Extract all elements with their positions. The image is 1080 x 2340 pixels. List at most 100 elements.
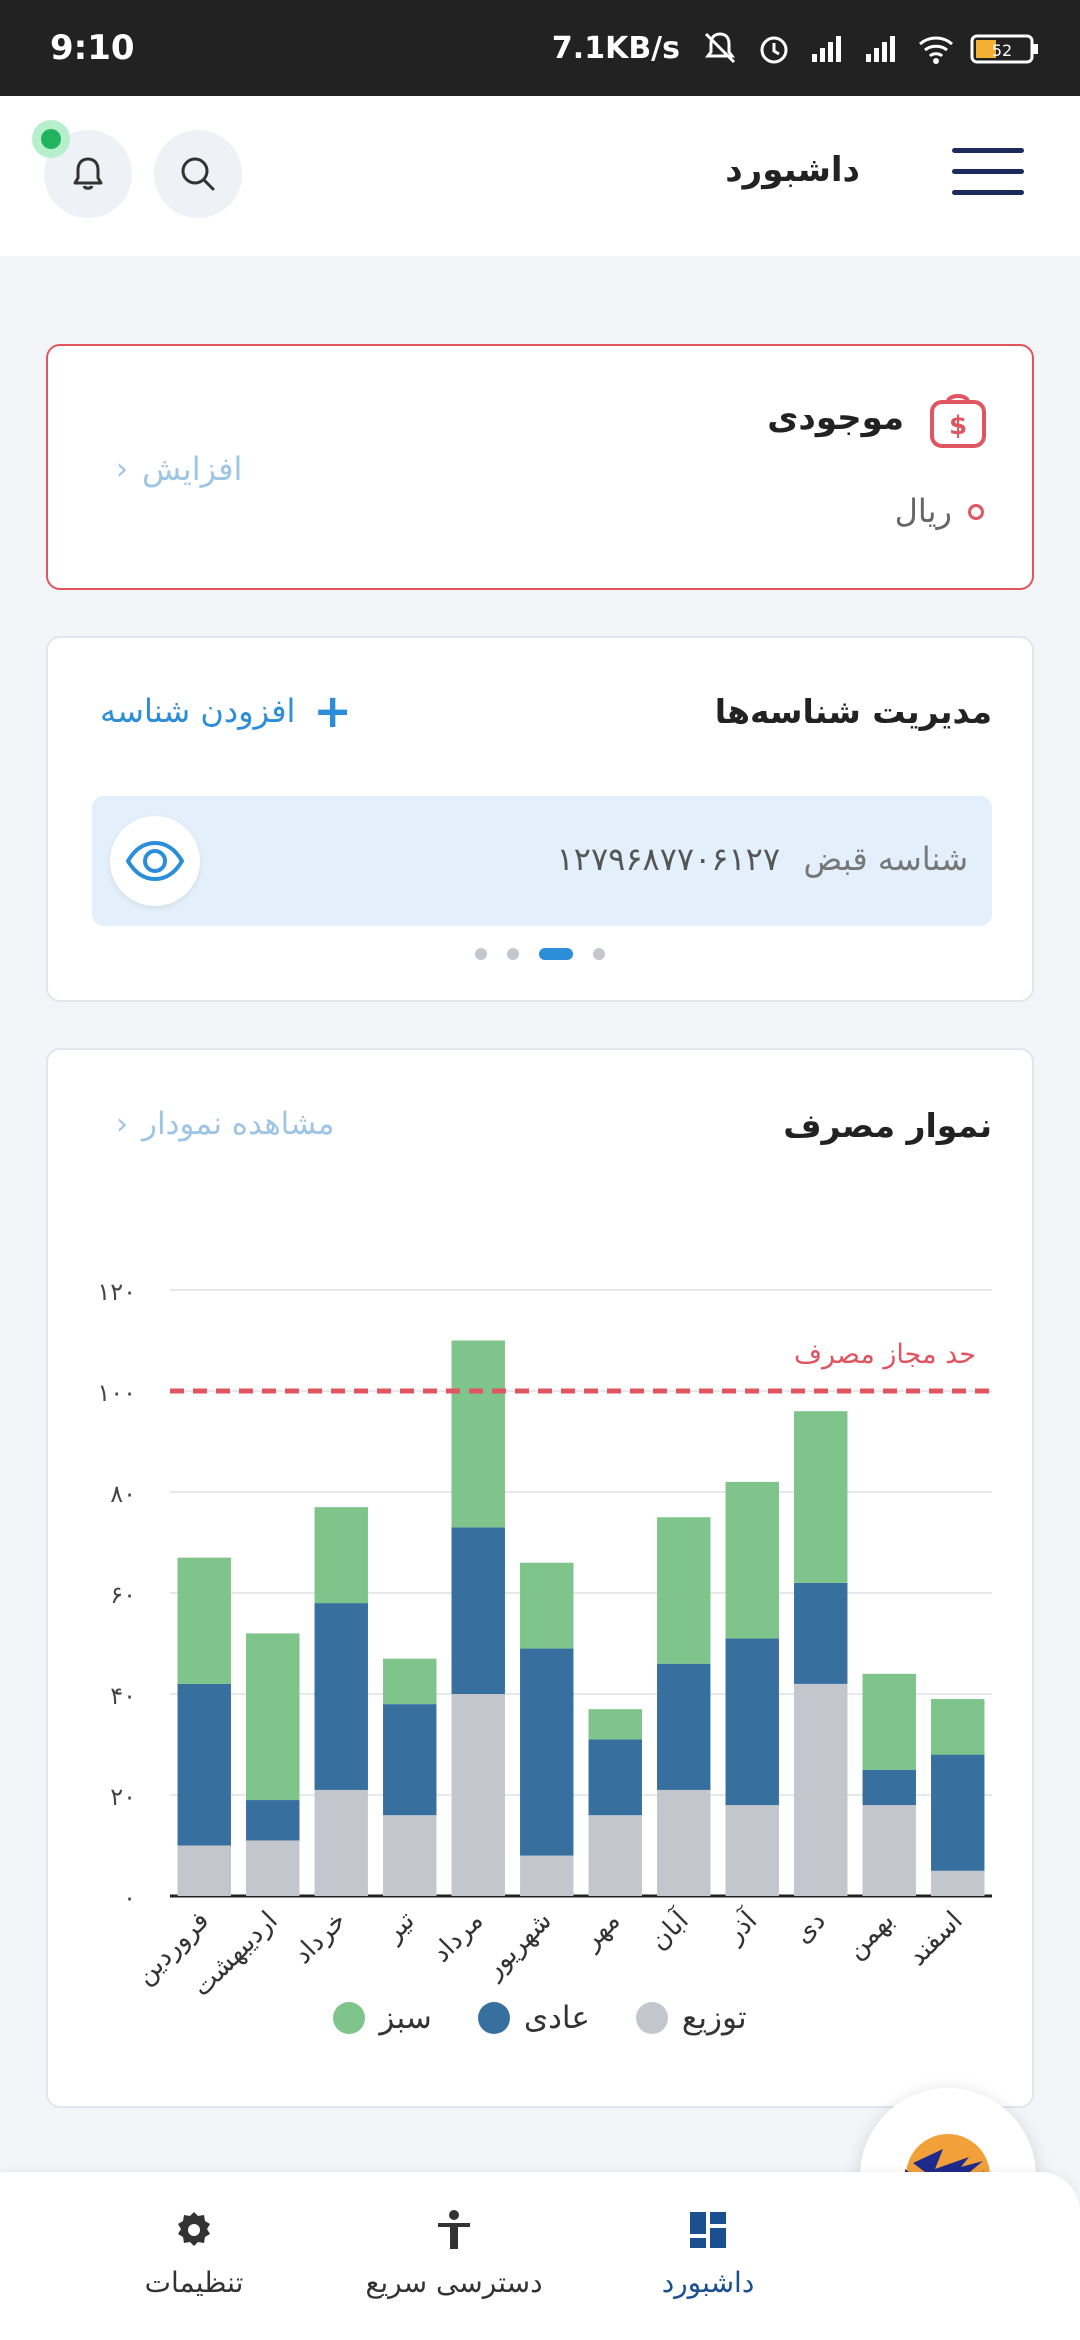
increase-balance-link[interactable]: افزایش ‹ [116,450,242,488]
chevron-left-icon: ‹ [116,1106,128,1142]
app-bar: داشبورد [0,96,1080,256]
bar-segment [931,1699,985,1755]
x-tick-label: شهریور [478,1906,558,1986]
legend-item: عادی [477,2000,590,2036]
accessibility-icon [438,2210,470,2249]
bar-segment [725,1481,779,1639]
bar-segment [177,1845,231,1896]
bar-segment [177,1683,231,1846]
ids-title: مدیریت شناسه‌ها [714,692,992,731]
view-id-button[interactable] [110,816,200,906]
legend-swatch [635,2002,668,2034]
x-tick-label: خرداد [288,1906,352,1970]
y-tick-label: ۰ [123,1884,136,1912]
bottom-navigation: داشبورد دسترسی سریع تنظیمات [0,2172,1080,2340]
x-tick-label: مهر [575,1906,626,1957]
bar-segment [657,1663,711,1790]
ids-management-card: مدیریت شناسه‌ها + افزودن شناسه شناسه قبض… [46,636,1034,1002]
bar-segment [451,1527,505,1694]
search-button[interactable] [154,130,242,218]
bar-segment [451,1340,505,1528]
x-tick-label: مرداد [427,1906,490,1969]
id-value: ۱۲۷۹۶۸۷۷۰۶۱۲۷ [556,840,780,878]
bar-segment [520,1648,574,1856]
balance-title: موجودی [767,398,904,438]
pager-dot[interactable] [593,948,605,960]
bar-segment [931,1870,985,1896]
x-tick-label: بهمن [841,1906,900,1965]
balance-unit: ریال [894,492,952,530]
dashboard-icon [690,2212,726,2248]
svg-text:$: $ [949,411,967,441]
bar-segment [246,1633,300,1801]
legend-label: سبز [379,2000,432,2036]
bar-segment [794,1411,848,1583]
consumption-chart-card: نموار مصرف مشاهده نمودار ‹ ۰ ۲۰ ۴۰ ۶۰ ۸۰ ۱۰۰ ۱… [46,1048,1034,2108]
bar-segment [314,1603,368,1790]
nav-quick-access-label: دسترسی سریع [365,2266,543,2299]
nav-settings-label: تنظیمات [144,2266,244,2299]
battery-icon: 52 [970,28,1040,68]
add-id-label: افزودن شناسه [100,692,296,730]
y-tick-label: ۴۰ [110,1682,136,1710]
bar-segment [794,1683,848,1896]
legend-label: عادی [523,2000,590,2036]
y-tick-label: ۱۰۰ [97,1379,136,1407]
x-tick-label: دی [788,1906,832,1950]
bar-segment [588,1739,642,1816]
chart-title: نموار مصرف [783,1106,992,1145]
consumption-chart: ۰۲۰۴۰۶۰۸۰۱۰۰۱۲۰فروردیناردیبهشت خرداد تیر مر… [97,1278,992,2003]
y-tick-label: ۸۰ [110,1480,136,1508]
status-bar: 9:10 7.1KB/s 52 [0,0,1080,96]
nav-settings[interactable]: تنظیمات [134,2208,254,2299]
gear-icon [178,2212,210,2246]
limit-line-label: حد مجاز مصرف [794,1339,976,1370]
bar-segment [588,1815,642,1896]
nav-quick-access[interactable]: دسترسی سریع [364,2208,544,2299]
chart-legend: توزیع عادی سبز [48,2000,1032,2036]
x-tick-label: آبان [643,1903,696,1956]
bar-segment [657,1517,711,1664]
eye-icon [125,840,185,882]
page-title: داشبورد [725,150,860,190]
legend-swatch [477,2002,510,2034]
y-tick-label: ۲۰ [110,1783,136,1811]
battery-level: 52 [992,41,1012,60]
bar-segment [725,1805,779,1896]
chevron-left-icon: ‹ [116,451,128,487]
signal-icon [808,28,848,68]
bar-segment [451,1694,505,1896]
pager-dot[interactable] [507,948,519,960]
pager-dots[interactable] [48,948,1032,960]
view-chart-link[interactable]: مشاهده نمودار ‹ [116,1106,334,1142]
y-tick-label: ۱۲۰ [97,1278,136,1306]
pager-dot[interactable] [475,948,487,960]
id-label: شناسه قبض [803,840,968,878]
signal-icon-2 [862,28,902,68]
increase-label: افزایش [142,450,243,488]
bar-segment [520,1855,574,1896]
bar-segment [862,1769,916,1806]
view-chart-label: مشاهده نمودار [142,1106,335,1142]
x-tick-label: آذر [717,1903,764,1950]
legend-item: سبز [333,2000,432,2036]
pager-dot[interactable] [539,948,573,960]
x-tick-label: اسفند [902,1906,968,1972]
x-tick-label: تیر [377,1906,420,1949]
nav-dashboard[interactable]: داشبورد [658,2208,758,2299]
bar-segment [383,1658,437,1705]
bar-segment [862,1673,916,1770]
notification-badge [32,120,70,158]
add-id-button[interactable]: + افزودن شناسه [100,684,352,738]
y-tick-label: ۶۰ [110,1581,136,1609]
bar-segment [794,1582,848,1684]
bar-segment [383,1815,437,1896]
status-time: 9:10 [50,28,135,68]
legend-label: توزیع [681,2000,747,2036]
legend-item: توزیع [635,2000,747,2036]
menu-button[interactable] [952,148,1024,200]
bar-segment [862,1805,916,1896]
plus-icon: + [313,684,352,738]
bar-segment [314,1789,368,1896]
id-slide: شناسه قبض ۱۲۷۹۶۸۷۷۰۶۱۲۷ [92,796,992,926]
